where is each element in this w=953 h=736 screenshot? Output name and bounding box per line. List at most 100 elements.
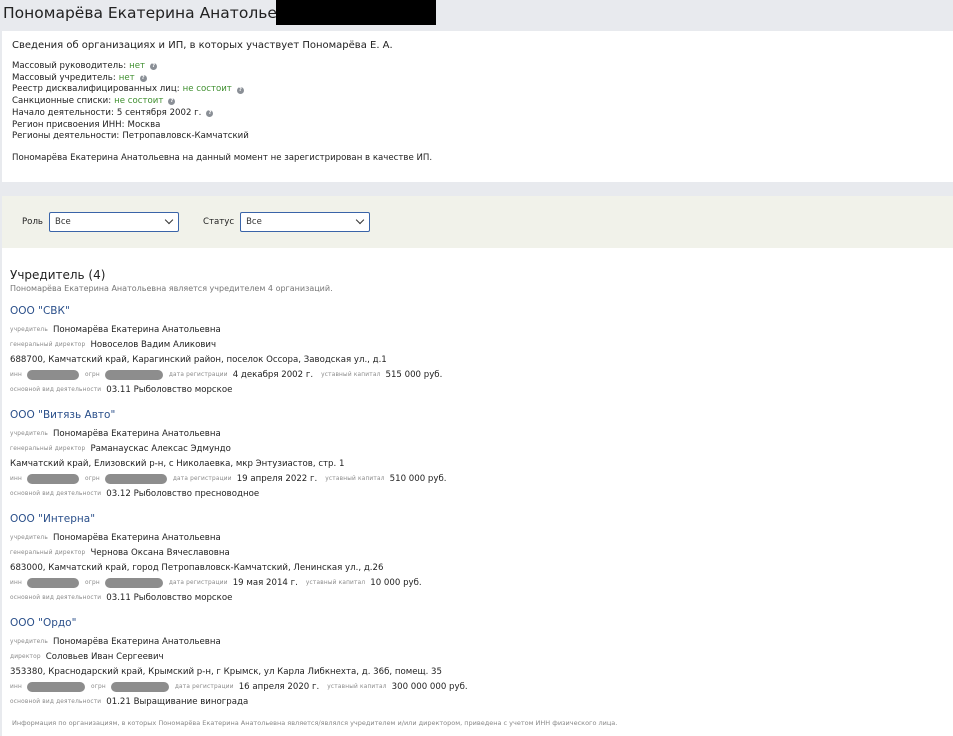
help-icon[interactable]: ? [236, 86, 244, 94]
section-title: Учредитель (4) [10, 268, 106, 282]
reg-date-value: 19 апреля 2022 г. [236, 473, 318, 484]
page-header: Пономарёва Екатерина Анатольевна ( [0, 0, 953, 30]
info-row-value: не состоит [182, 84, 232, 95]
info-row-value: нет [129, 61, 146, 71]
activity-label: основной вид деятельности [10, 594, 102, 601]
status-select-value: Все [246, 217, 262, 227]
capital-label: уставный капитал [327, 683, 387, 690]
org-founder-row: учредитель Пономарёва Екатерина Анатолье… [10, 322, 940, 337]
org-item: ООО "Ордо" учредитель Пономарёва Екатери… [10, 617, 940, 709]
info-row-label: Массовый руководитель: [12, 61, 127, 71]
founder-value[interactable]: Пономарёва Екатерина Анатольевна [53, 325, 221, 335]
director-label: директор [10, 653, 41, 660]
org-item: ООО "СВК" учредитель Пономарёва Екатерин… [10, 305, 940, 397]
org-reg-row: инн огрн дата регистрации 19 апреля 2022… [10, 471, 940, 486]
info-row-label: Регион присвоения ИНН: [12, 119, 125, 130]
info-row: Реестр дисквалифицированных лиц: не состо… [12, 84, 943, 96]
status-select[interactable]: Все [240, 212, 371, 232]
info-card: Сведения об организациях и ИП, в которых… [2, 31, 953, 182]
info-row: Массовый учредитель: нет? [12, 73, 943, 85]
info-row-label: Массовый учредитель: [12, 72, 116, 83]
org-activity-row: основной вид деятельности 03.12 Рыболовс… [10, 486, 940, 501]
capital-label: уставный капитал [305, 579, 366, 586]
info-row-label: Санкционные списки: [12, 96, 112, 107]
org-list: ООО "СВК" учредитель Пономарёва Екатерин… [10, 305, 940, 709]
reg-date-value: 16 апреля 2020 г. [238, 681, 320, 692]
ogrn-label: огрн [84, 371, 100, 378]
org-director-row: директор Соловьев Иван Сергеевич [10, 649, 940, 664]
org-address-row: 683000, Камчатский край, город Петропавл… [10, 560, 940, 575]
org-name-link[interactable]: ООО "Ордо" [10, 617, 940, 629]
director-value[interactable]: Раманаускас Алексас Эдмундо [90, 444, 230, 454]
chevron-down-icon [164, 215, 174, 225]
org-reg-row: инн огрн дата регистрации 16 апреля 2020… [10, 679, 940, 694]
org-address: 683000, Камчатский край, город Петропавл… [10, 562, 384, 573]
info-rows: Массовый руководитель: нет? Массовый учред… [12, 61, 943, 143]
help-icon[interactable]: ? [168, 98, 176, 106]
chevron-down-icon [355, 215, 365, 225]
redacted-inn [26, 369, 79, 380]
org-activity-row: основной вид деятельности 03.11 Рыболовс… [10, 590, 940, 605]
info-row: Регион присвоения ИНН: Москва [12, 120, 943, 132]
help-icon[interactable]: ? [150, 63, 158, 71]
org-address: 353380, Краснодарский край, Крымский р-н… [10, 666, 442, 677]
founder-value[interactable]: Пономарёва Екатерина Анатольевна [53, 637, 221, 647]
ogrn-label: огрн [90, 683, 106, 690]
info-row-value: Петропавловск-Камчатский [122, 131, 249, 142]
org-activity-row: основной вид деятельности 03.11 Рыболовс… [10, 382, 940, 397]
capital-value: 510 000 руб. [389, 473, 447, 484]
org-address: 688700, Камчатский край, Карагинский рай… [10, 354, 387, 365]
help-icon[interactable]: ? [139, 75, 147, 83]
founder-label: учредитель [10, 534, 48, 541]
redacted-inn [26, 577, 79, 588]
org-item: ООО "Интерна" учредитель Пономарёва Екат… [10, 513, 940, 605]
founder-value[interactable]: Пономарёва Екатерина Анатольевна [53, 533, 221, 543]
info-row: Санкционные списки: не состоит? [12, 96, 943, 108]
section-subtitle: Пономарёва Екатерина Анатольевна являетс… [10, 284, 333, 293]
reg-date-label: дата регистрации [168, 371, 228, 378]
director-label: генеральный директор [10, 341, 86, 348]
role-filter-label: Роль [22, 217, 43, 227]
ip-status-note: Пономарёва Екатерина Анатольевна на данн… [12, 152, 433, 163]
ogrn-label: огрн [84, 579, 100, 586]
activity-value: 03.11 Рыболовство морское [106, 384, 233, 395]
capital-value: 515 000 руб. [385, 369, 443, 380]
org-name-link[interactable]: ООО "СВК" [10, 305, 940, 317]
activity-label: основной вид деятельности [10, 490, 102, 497]
reg-date-label: дата регистрации [168, 579, 228, 586]
info-row: Начало деятельности: 5 сентября 2002 г.? [12, 108, 943, 120]
status-filter-label: Статус [203, 217, 235, 227]
footer-note: Информация по организациям, в которых По… [12, 719, 618, 727]
org-director-row: генеральный директор Раманаускас Алексас… [10, 441, 940, 456]
help-icon[interactable]: ? [206, 110, 214, 118]
reg-date-label: дата регистрации [172, 475, 232, 482]
founder-label: учредитель [10, 638, 48, 645]
role-select[interactable]: Все [49, 212, 179, 232]
page-title: Пономарёва Екатерина Анатольевна ( [3, 4, 317, 22]
info-row-label: Регионы деятельности: [12, 131, 120, 142]
activity-value: 03.12 Рыболовство пресноводное [106, 488, 260, 499]
filter-bar: Роль Все Статус Все [2, 196, 953, 248]
capital-value: 300 000 000 руб. [391, 681, 468, 692]
org-name-link[interactable]: ООО "Интерна" [10, 513, 940, 525]
director-value[interactable]: Новоселов Вадим Аликович [90, 340, 216, 350]
founder-section: Учредитель (4) Пономарёва Екатерина Анат… [10, 268, 940, 709]
inn-label: инн [10, 683, 22, 690]
redacted-inn [26, 681, 85, 692]
activity-label: основной вид деятельности [10, 386, 102, 393]
activity-label: основной вид деятельности [10, 698, 102, 705]
founder-value[interactable]: Пономарёва Екатерина Анатольевна [53, 429, 221, 439]
director-label: генеральный директор [10, 549, 86, 556]
inn-label: инн [10, 475, 22, 482]
info-row-value: 5 сентября 2002 г. [116, 107, 202, 118]
info-row: Массовый руководитель: нет? [12, 61, 943, 73]
redacted-ogrn [104, 577, 163, 588]
org-name-link[interactable]: ООО "Витязь Авто" [10, 409, 940, 421]
org-reg-row: инн огрн дата регистрации 4 декабря 2002… [10, 367, 940, 382]
director-value[interactable]: Соловьев Иван Сергеевич [46, 652, 164, 662]
redacted-inn [26, 473, 79, 484]
info-heading: Сведения об организациях и ИП, в которых… [12, 40, 393, 51]
director-value[interactable]: Чернова Оксана Вячеславовна [90, 548, 229, 558]
capital-value: 10 000 руб. [370, 577, 422, 588]
org-activity-row: основной вид деятельности 01.21 Выращива… [10, 694, 940, 709]
